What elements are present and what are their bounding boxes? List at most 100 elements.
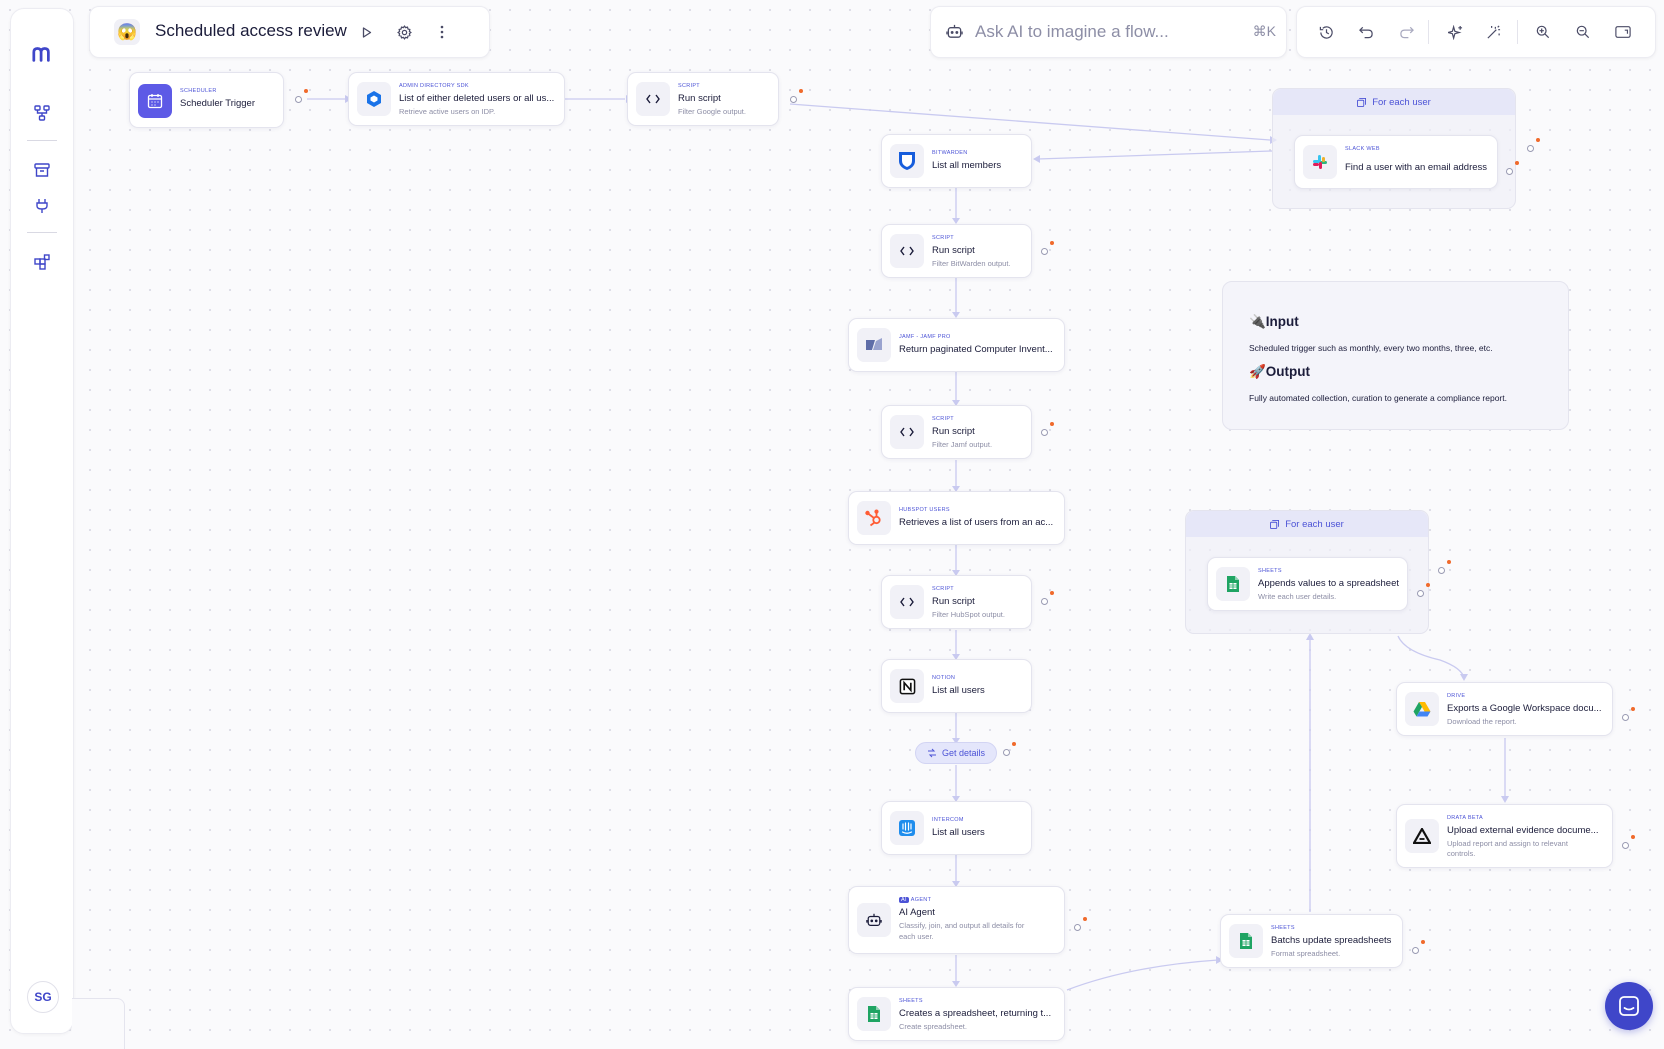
node-port[interactable] <box>1622 714 1629 721</box>
node-port[interactable] <box>1417 590 1424 597</box>
zoom-in-icon[interactable] <box>1533 22 1553 42</box>
history-icon[interactable] <box>1316 22 1336 42</box>
loop-copy-icon <box>1270 519 1280 529</box>
undo-icon[interactable] <box>1356 22 1376 42</box>
node-subtitle-line-1: Classify, join, and output all details f… <box>899 921 1025 930</box>
code-icon <box>890 415 924 449</box>
node-admin-directory[interactable]: Admin Directory SDK List of either delet… <box>348 72 565 126</box>
node-port[interactable] <box>1527 145 1534 152</box>
status-dot <box>1426 583 1430 587</box>
node-subtitle: Download the report. <box>1447 717 1517 726</box>
node-notion-list-users[interactable]: Notion List all users <box>881 659 1032 713</box>
node-title: Retrieves a list of users from an ac... <box>899 517 1054 528</box>
ai-sparkle-icon[interactable] <box>1445 22 1465 42</box>
status-dot <box>1421 940 1425 944</box>
loop-copy-icon <box>1357 97 1367 107</box>
settings-gear-icon[interactable] <box>394 22 414 42</box>
node-title: List all users <box>932 685 985 696</box>
get-details-label: Get details <box>941 748 986 758</box>
node-drata-upload-evidence[interactable]: Drata Beta Upload external evidence docu… <box>1396 804 1613 868</box>
node-sheets-create-spreadsheet[interactable]: Sheets Creates a spreadsheet, returning … <box>848 987 1065 1041</box>
node-port[interactable] <box>1074 924 1081 931</box>
node-intercom-list-users[interactable]: Intercom List all users <box>881 801 1032 855</box>
rail-divider <box>27 232 57 233</box>
node-port[interactable] <box>1041 598 1048 605</box>
ai-prompt-input[interactable] <box>973 19 1237 45</box>
node-port[interactable] <box>1003 749 1010 756</box>
node-port[interactable] <box>1412 947 1419 954</box>
node-port[interactable] <box>295 96 302 103</box>
node-sheets-batch-update[interactable]: Sheets Batchs update spreadsheets Format… <box>1220 914 1403 968</box>
node-port[interactable] <box>1041 248 1048 255</box>
node-port[interactable] <box>1438 567 1445 574</box>
note-input-text: Scheduled trigger such as monthly, every… <box>1249 343 1493 353</box>
status-dot <box>1050 591 1054 595</box>
node-title: Batchs update spreadsheets <box>1271 935 1392 946</box>
node-port[interactable] <box>790 96 797 103</box>
keyboard-shortcut-hint: ⌘K <box>1252 23 1276 39</box>
rail-divider <box>27 140 57 141</box>
node-category: Drata Beta <box>1447 815 1484 821</box>
blocks-icon[interactable] <box>32 252 52 272</box>
note-output-heading: 🚀Output <box>1249 364 1311 379</box>
node-jamf-computer-inventory[interactable]: Jamf - Jamf Pro Return paginated Compute… <box>848 318 1065 372</box>
node-title: Upload external evidence docume... <box>1447 825 1599 836</box>
node-title: Run script <box>932 245 975 256</box>
node-drive-export[interactable]: Drive Exports a Google Workspace docu...… <box>1396 682 1613 736</box>
node-title: Find a user with an email address <box>1345 162 1488 173</box>
node-port[interactable] <box>1506 168 1513 175</box>
node-ai-agent[interactable]: AI Agent AI Agent Classify, join, and out… <box>848 886 1065 954</box>
node-run-script-hubspot[interactable]: Script Run script Filter HubSpot output. <box>881 575 1032 629</box>
more-options-icon[interactable] <box>432 22 452 42</box>
node-category: Notion <box>932 675 956 681</box>
node-subtitle-line-2: each user. <box>899 932 934 941</box>
notion-icon <box>890 669 924 703</box>
flow-title[interactable]: Scheduled access review <box>155 21 347 41</box>
magic-wand-icon[interactable] <box>1483 22 1503 42</box>
plug-icon[interactable] <box>32 196 52 216</box>
node-hubspot-users[interactable]: HubSpot Users Retrieves a list of users … <box>848 491 1065 545</box>
redo-icon[interactable] <box>1396 22 1416 42</box>
bitwarden-icon <box>890 144 924 178</box>
node-run-script-bitwarden[interactable]: Script Run script Filter BitWarden outpu… <box>881 224 1032 278</box>
note-input-heading: 🔌Input <box>1249 314 1299 329</box>
node-sheets-append-values[interactable]: Sheets Appends values to a spreadsheet W… <box>1207 557 1408 611</box>
node-bitwarden-list-members[interactable]: Bitwarden List all members <box>881 134 1032 188</box>
node-port[interactable] <box>1622 842 1629 849</box>
node-category: HubSpot Users <box>899 507 950 513</box>
node-category-text: Agent <box>910 897 932 903</box>
node-subtitle: Create spreadsheet. <box>899 1022 967 1031</box>
node-port[interactable] <box>1041 429 1048 436</box>
robot-icon <box>946 23 963 45</box>
node-title: Run script <box>932 596 975 607</box>
node-subtitle: Format spreadsheet. <box>1271 949 1341 958</box>
node-category: Sheets <box>1271 925 1295 931</box>
flow-emoji-icon[interactable]: 😱 <box>114 19 140 45</box>
archive-icon[interactable] <box>32 160 52 180</box>
transform-icon <box>927 748 936 758</box>
node-subtitle: Filter HubSpot output. <box>932 610 1005 619</box>
status-dot <box>1536 138 1540 142</box>
get-details-button[interactable]: Get details <box>915 742 997 764</box>
robot-icon <box>857 903 891 937</box>
node-run-script-jamf[interactable]: Script Run script Filter Jamf output. <box>881 405 1032 459</box>
node-run-script-google[interactable]: Script Run script Filter Google output. <box>627 72 779 126</box>
node-title: Appends values to a spreadsheet <box>1258 578 1400 589</box>
node-subtitle: Filter BitWarden output. <box>932 259 1011 268</box>
node-scheduler-trigger[interactable]: Scheduler Scheduler Trigger <box>129 72 284 128</box>
input-output-note[interactable]: 🔌Input Scheduled trigger such as monthly… <box>1222 281 1569 430</box>
flows-icon[interactable] <box>32 103 52 123</box>
node-slack-find-user[interactable]: Slack Web Find a user with an email addr… <box>1294 135 1498 189</box>
status-dot <box>1012 742 1016 746</box>
fit-view-icon[interactable] <box>1613 22 1633 42</box>
chat-launcher-button[interactable] <box>1605 982 1653 1030</box>
run-flow-button[interactable] <box>357 22 377 42</box>
node-title: AI Agent <box>899 907 935 918</box>
minimap-panel[interactable] <box>72 998 125 1049</box>
node-subtitle: Write each user details. <box>1258 592 1337 601</box>
loop-header: For each user <box>1273 89 1515 115</box>
zoom-out-icon[interactable] <box>1573 22 1593 42</box>
user-avatar[interactable]: SG <box>27 981 59 1013</box>
calendar-icon <box>138 84 172 118</box>
logo-icon[interactable] <box>32 44 52 64</box>
